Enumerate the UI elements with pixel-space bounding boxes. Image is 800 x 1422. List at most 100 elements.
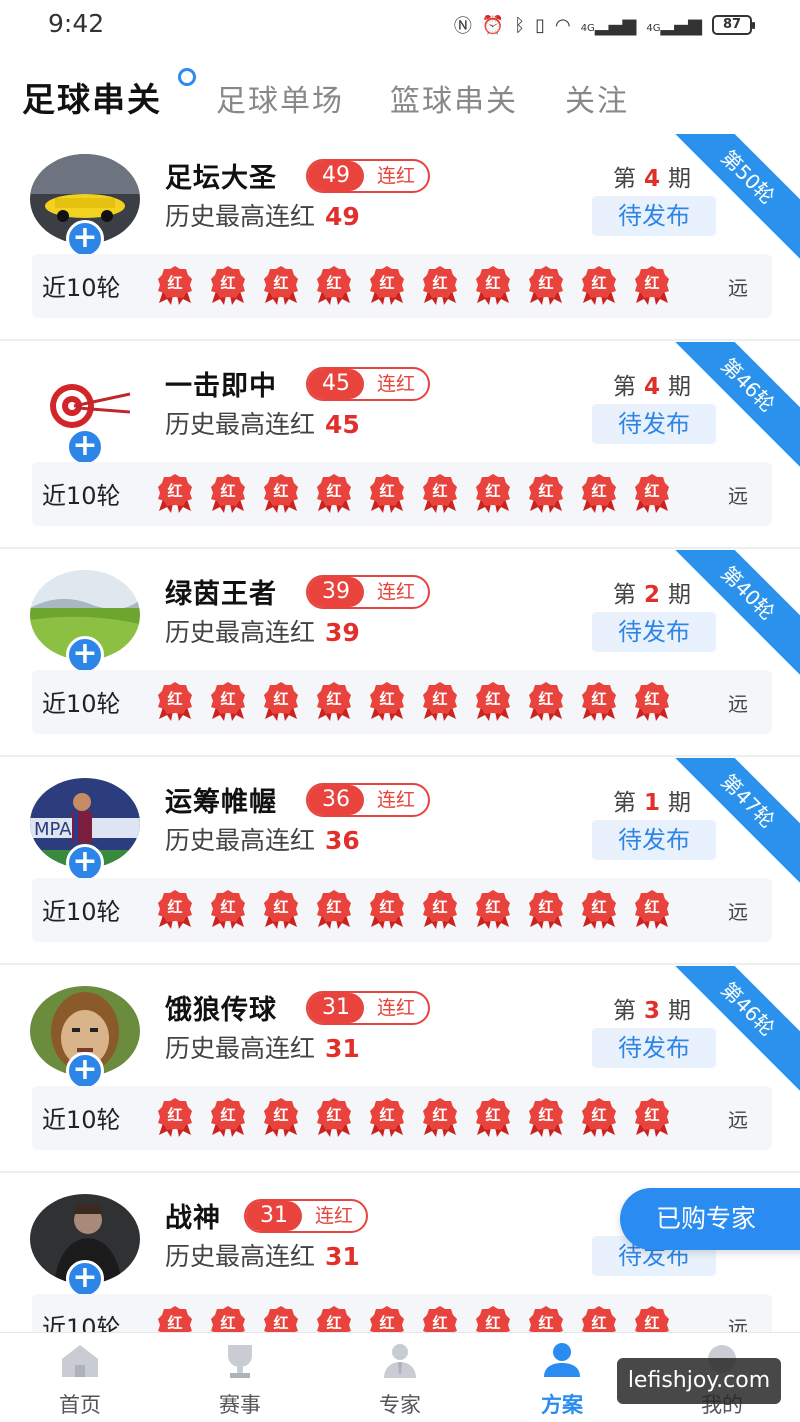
follow-plus-icon[interactable]: + (66, 1260, 104, 1298)
far-label: 远 (728, 484, 748, 508)
red-result-medal: 红 (210, 889, 246, 929)
home-icon (62, 1345, 98, 1377)
period-info: 第2期 (613, 582, 692, 608)
streak-badge: 49 连红 (306, 159, 430, 193)
tab-football-parlay[interactable]: 足球串关 (22, 73, 162, 121)
recent-label: 近10轮 (42, 898, 121, 926)
expert-card[interactable]: + 饿狼传球 31 连红 历史最高连红 31 第 3 期待发布 第46轮 近10轮红红红红红红红红红… (0, 966, 800, 1173)
expert-name: 一击即中 (165, 371, 277, 402)
expert-name: 运筹帷幄 (165, 787, 277, 818)
far-label: 远 (728, 692, 748, 716)
red-result-medal: 红 (581, 265, 617, 305)
expert-name: 饿狼传球 (165, 995, 277, 1026)
red-result-medal: 红 (528, 265, 564, 305)
nav-events[interactable]: 赛事 (190, 1341, 290, 1419)
red-result-medal: 红 (422, 681, 458, 721)
red-result-medal: 红 (316, 265, 352, 305)
streak-label: 连红 (376, 165, 415, 187)
pending-release-button[interactable]: 待发布 (592, 196, 716, 236)
red-result-medal: 红 (263, 265, 299, 305)
period-number: 4 (644, 166, 661, 192)
red-result-medal: 红 (316, 1097, 352, 1137)
follow-plus-icon[interactable]: + (66, 844, 104, 882)
streak-label: 连红 (376, 789, 415, 811)
red-result-medal: 红 (581, 1097, 617, 1137)
streak-label: 连红 (376, 581, 415, 603)
streak-count: 36 (308, 785, 364, 815)
red-result-medal: 红 (157, 889, 193, 929)
recent-label: 近10轮 (42, 1106, 121, 1134)
streak-badge: 36 连红 (306, 783, 430, 817)
recent-results-row[interactable]: 近10轮 红红红红红红红红红红 远 (32, 462, 772, 526)
period-info: 第4期 (613, 374, 692, 400)
red-result-medal: 红 (263, 473, 299, 513)
trophy-icon (228, 1345, 252, 1378)
streak-label: 连红 (314, 1205, 353, 1227)
expert-name: 足坛大圣 (165, 163, 277, 194)
far-label: 远 (728, 276, 748, 300)
streak-badge: 31 连红 (306, 991, 430, 1025)
recent-label: 近10轮 (42, 690, 121, 718)
pending-release-button[interactable]: 待发布 (592, 1028, 716, 1068)
red-result-medal: 红 (634, 1097, 670, 1137)
expert-card[interactable]: MPA + 运筹帷幄 36 连红 历史最高连红 36 第 1 期待发布 第47轮 近10轮红红红红红红… (0, 758, 800, 965)
red-result-medal: 红 (475, 889, 511, 929)
expert-name: 战神 (165, 1203, 221, 1234)
far-label: 远 (728, 900, 748, 924)
red-result-medal: 红 (316, 473, 352, 513)
history-max-streak: 历史最高连红 36 (165, 826, 360, 855)
history-max-streak: 历史最高连红 31 (165, 1242, 360, 1271)
signal-icon-2: 4G▂▄▆ (646, 14, 702, 36)
red-result-medal: 红 (581, 473, 617, 513)
red-result-medal: 红 (157, 473, 193, 513)
period-info: 第1期 (613, 790, 692, 816)
status-icons: Ⓝ ⏰ ᛒ ▯ ◠ 4G▂▄▆ 4G▂▄▆ 87 (454, 12, 755, 38)
expert-card[interactable]: + 足坛大圣 49 连红 历史最高连红 49 第 4 期待发布 第50轮 近10轮红红红红红红红红红… (0, 134, 800, 341)
recent-results-row[interactable]: 近10轮红红红红红红红红红红远 (32, 878, 772, 942)
red-result-medal: 红 (581, 681, 617, 721)
history-max-streak: 历史最高连红 31 (165, 1034, 360, 1063)
expert-card[interactable]: + 一击即中 45 连红 历史最高连红 45 第 4 期待发布 第46轮 近10轮红红红红红红红红红… (0, 342, 800, 549)
status-time: 9:42 (48, 9, 105, 38)
recent-label: 近10轮 (42, 274, 121, 302)
follow-plus-icon[interactable]: + (66, 220, 104, 258)
red-result-medal: 红 (475, 265, 511, 305)
red-result-medal: 红 (316, 681, 352, 721)
nav-plans[interactable]: 方案 (512, 1341, 612, 1419)
recent-medals: 红红红红红红红红红红 (157, 681, 670, 721)
pending-release-button[interactable]: 待发布 (592, 820, 716, 860)
red-result-medal: 红 (528, 473, 564, 513)
nav-home[interactable]: 首页 (30, 1341, 130, 1419)
recent-medals: 红红红红红红红红红红 (157, 1097, 670, 1137)
history-max-value: 31 (325, 1034, 360, 1063)
recent-results-row[interactable]: 近10轮红红红红红红红红红红远 (32, 254, 772, 318)
recent-label: 近10轮 (42, 482, 121, 510)
streak-count: 31 (308, 993, 364, 1023)
history-max-value: 49 (325, 202, 360, 231)
red-result-medal: 红 (210, 265, 246, 305)
tab-football-single[interactable]: 足球单场 (216, 76, 344, 120)
tab-basketball-parlay[interactable]: 篮球串关 (390, 76, 518, 120)
history-max-streak: 历史最高连红 49 (165, 202, 360, 231)
expert-card[interactable]: + 绿茵王者 39 连红 历史最高连红 39 第 2 期待发布 第40轮 近10轮红红红红红红红红红… (0, 550, 800, 757)
recent-results-row[interactable]: 近10轮 红红红红红红红红红红 远 (32, 670, 772, 734)
follow-plus-icon[interactable]: + (66, 636, 104, 674)
recent-medals: 红红红红红红红红红红 (157, 473, 670, 513)
red-result-medal: 红 (422, 265, 458, 305)
recent-results-row[interactable]: 近10轮红红红红红红红红红红远 (32, 1086, 772, 1150)
red-result-medal: 红 (369, 681, 405, 721)
tab-follow[interactable]: 关注 (565, 76, 629, 120)
streak-count: 45 (308, 369, 364, 399)
red-result-medal: 红 (157, 265, 193, 305)
plan-icon (544, 1343, 580, 1377)
pending-release-button[interactable]: 待发布 (592, 404, 716, 444)
follow-plus-icon[interactable]: + (66, 1052, 104, 1090)
period-number: 1 (644, 790, 661, 816)
pending-release-button[interactable]: 待发布 (592, 612, 716, 652)
red-result-medal: 红 (157, 681, 193, 721)
follow-plus-icon[interactable]: + (66, 428, 104, 466)
purchased-experts-button[interactable]: 已购专家 (620, 1188, 800, 1250)
history-max-value: 45 (325, 410, 360, 439)
nav-experts[interactable]: 专家 (350, 1341, 450, 1419)
streak-count: 31 (246, 1201, 302, 1231)
